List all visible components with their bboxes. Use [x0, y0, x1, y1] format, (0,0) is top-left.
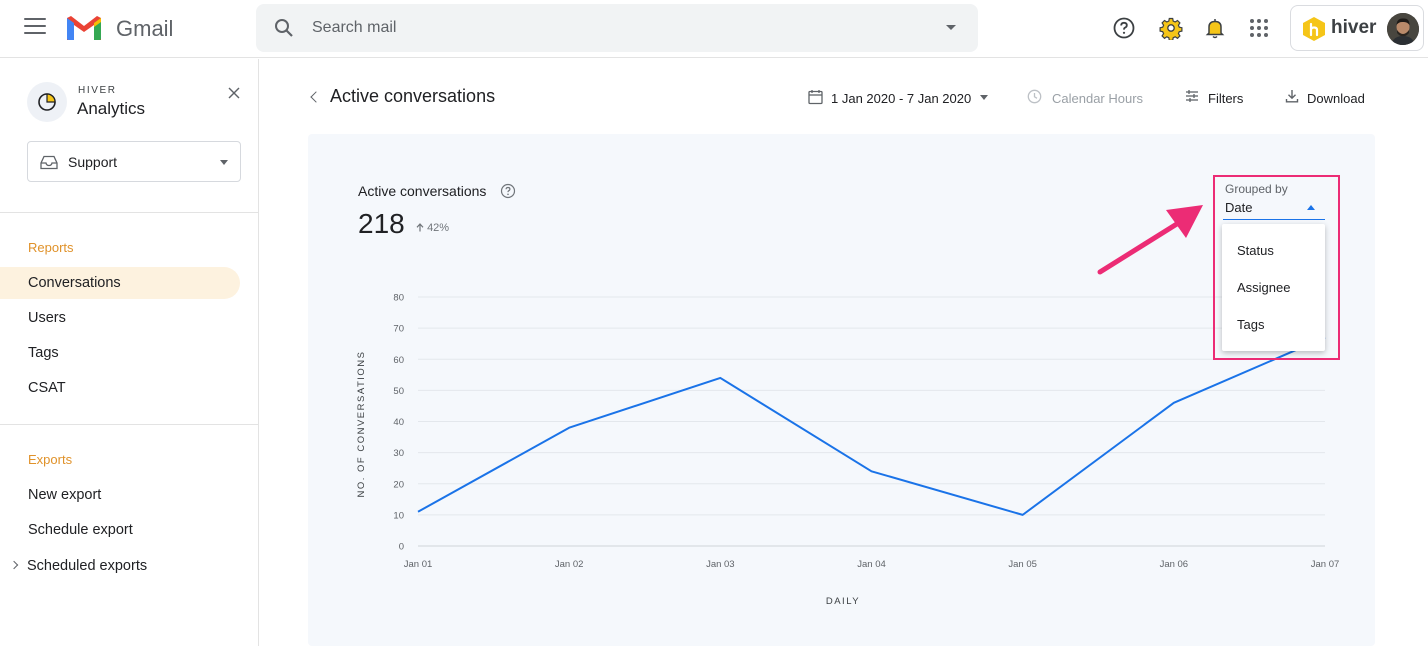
annotation-arrow-icon	[1097, 205, 1203, 275]
